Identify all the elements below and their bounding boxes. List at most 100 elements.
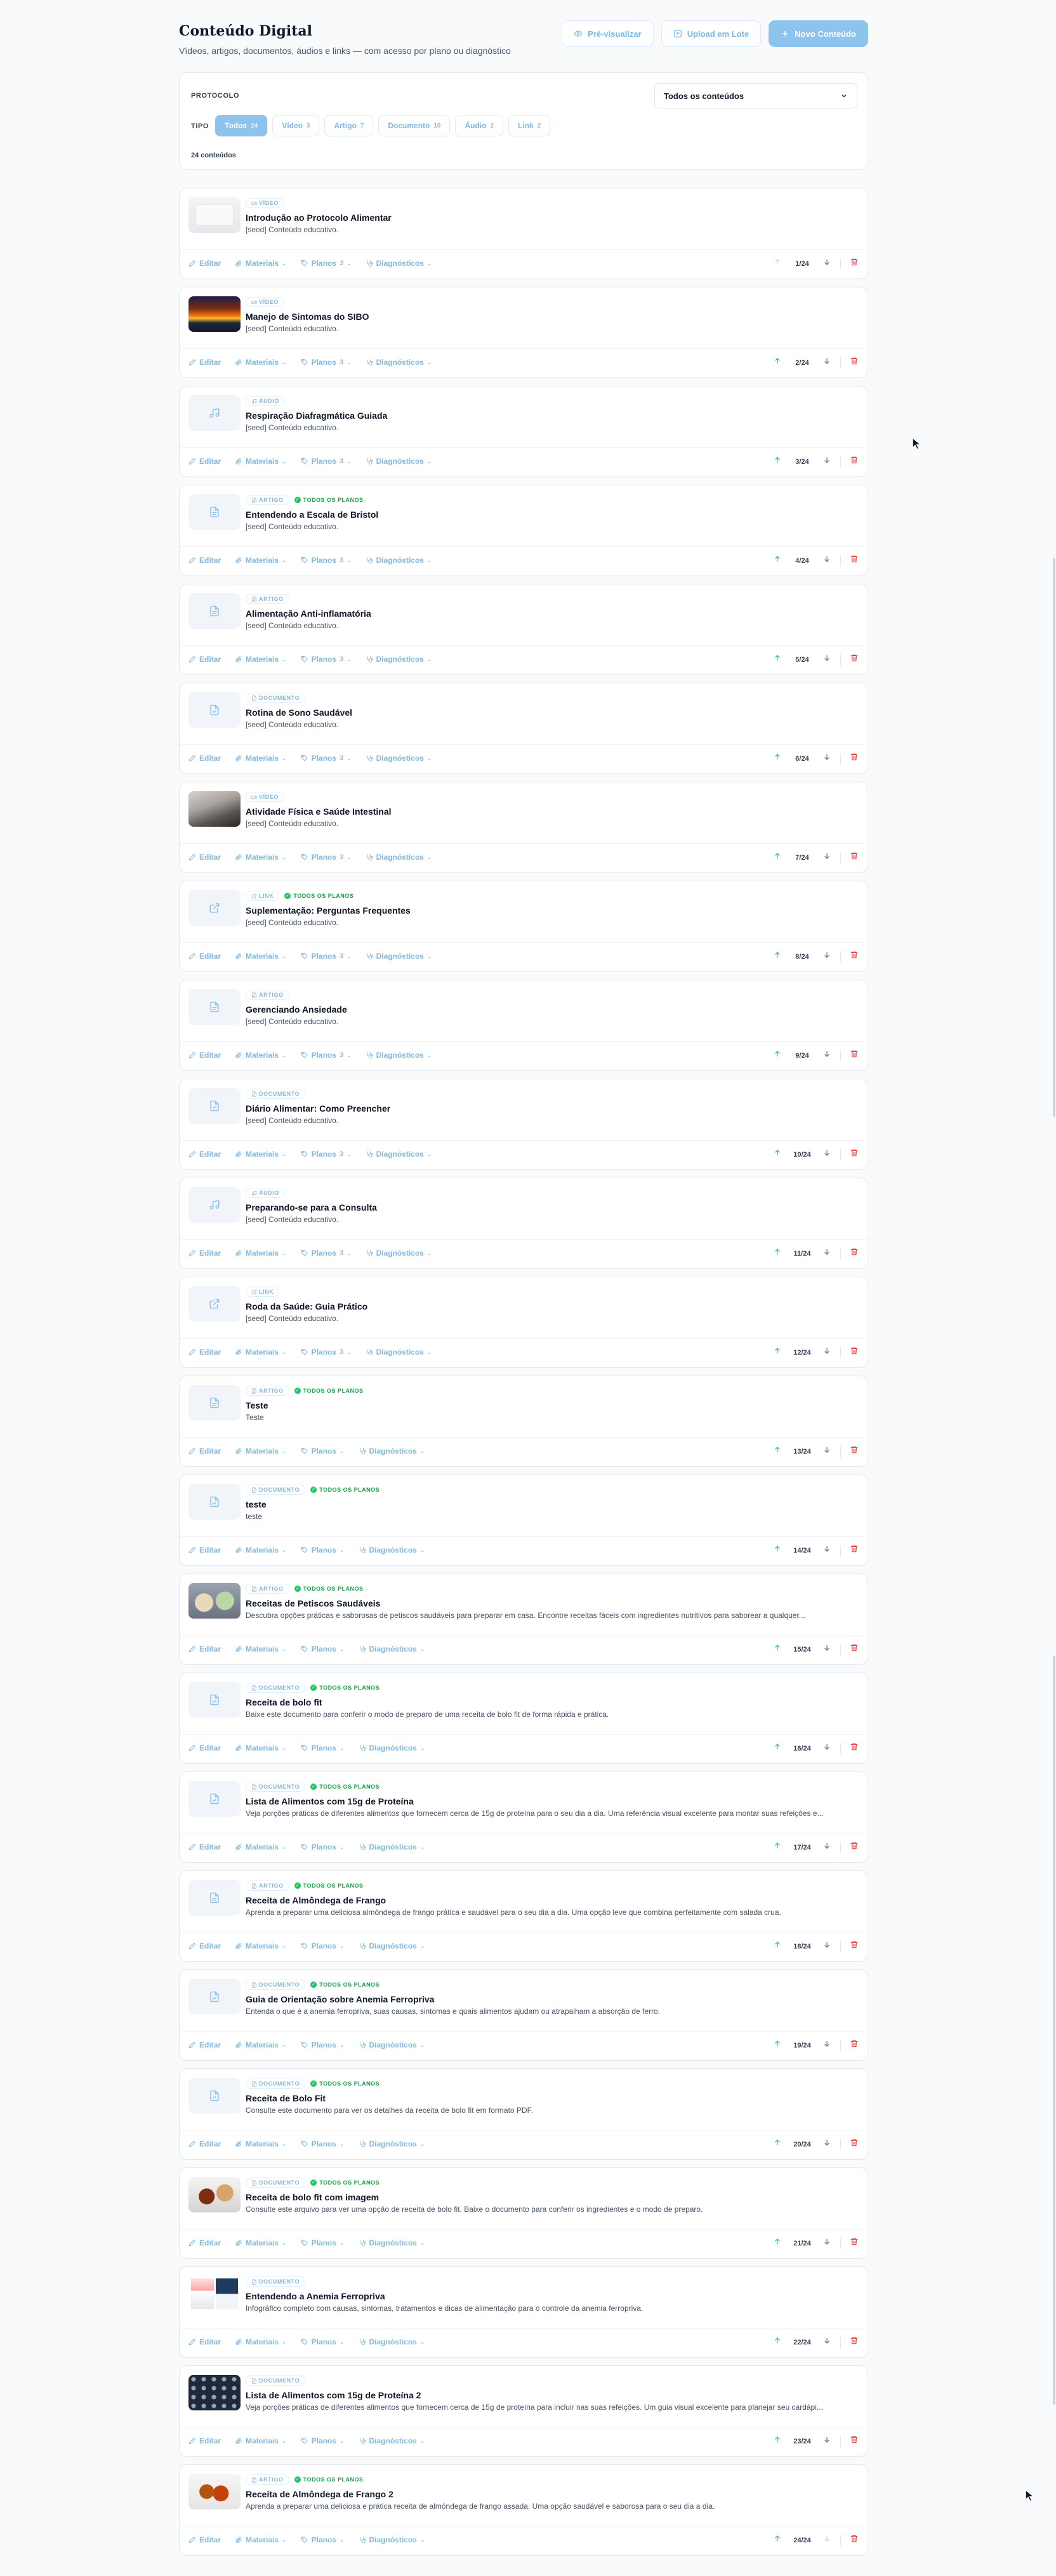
materials-button[interactable]: Materiais ⌄ — [235, 2337, 287, 2346]
type-chip[interactable]: Artigo 7 — [324, 115, 374, 136]
move-up-button[interactable] — [773, 1544, 782, 1556]
move-up-button[interactable] — [773, 555, 782, 567]
move-down-button[interactable] — [822, 851, 831, 864]
plans-button[interactable]: Planos 3 ⌄ — [301, 754, 352, 763]
plans-button[interactable]: Planos ⌄ — [301, 1645, 345, 1653]
materials-button[interactable]: Materiais ⌄ — [235, 358, 287, 367]
scrollbar-thumb-lower[interactable] — [1053, 1656, 1055, 2405]
scrollbar-thumb[interactable] — [1053, 558, 1055, 1117]
diagnostics-button[interactable]: Diagnósticos ⌄ — [366, 853, 432, 862]
edit-button[interactable]: Editar — [188, 2337, 221, 2346]
materials-button[interactable]: Materiais ⌄ — [235, 457, 287, 466]
edit-button[interactable]: Editar — [188, 2040, 221, 2049]
diagnostics-button[interactable]: Diagnósticos ⌄ — [366, 1051, 432, 1060]
materials-button[interactable]: Materiais ⌄ — [235, 655, 287, 664]
diagnostics-button[interactable]: Diagnósticos ⌄ — [366, 259, 432, 268]
delete-button[interactable] — [850, 950, 859, 963]
materials-button[interactable]: Materiais ⌄ — [235, 1645, 287, 1653]
move-down-button[interactable] — [822, 2138, 831, 2150]
move-down-button[interactable] — [822, 1148, 831, 1160]
delete-button[interactable] — [850, 1148, 859, 1160]
edit-button[interactable]: Editar — [188, 2238, 221, 2247]
delete-button[interactable] — [850, 456, 859, 468]
diagnostics-button[interactable]: Diagnósticos ⌄ — [359, 2436, 425, 2445]
plans-button[interactable]: Planos ⌄ — [301, 1447, 345, 1456]
new-content-button[interactable]: Novo Conteúdo — [769, 20, 868, 47]
delete-button[interactable] — [850, 1544, 859, 1556]
move-down-button[interactable] — [822, 2534, 831, 2546]
move-up-button[interactable] — [773, 1841, 782, 1853]
diagnostics-button[interactable]: Diagnósticos ⌄ — [359, 2337, 425, 2346]
plans-button[interactable]: Planos 3 ⌄ — [301, 556, 352, 565]
delete-button[interactable] — [850, 2039, 859, 2051]
diagnostics-button[interactable]: Diagnósticos ⌄ — [359, 2139, 425, 2148]
plans-button[interactable]: Planos ⌄ — [301, 2040, 345, 2049]
materials-button[interactable]: Materiais ⌄ — [235, 1546, 287, 1554]
preview-button[interactable]: Pré-visualizar — [562, 20, 654, 47]
diagnostics-button[interactable]: Diagnósticos ⌄ — [366, 457, 432, 466]
move-up-button[interactable] — [773, 456, 782, 468]
materials-button[interactable]: Materiais ⌄ — [235, 2535, 287, 2544]
materials-button[interactable]: Materiais ⌄ — [235, 952, 287, 961]
plans-button[interactable]: Planos ⌄ — [301, 2238, 345, 2247]
delete-button[interactable] — [850, 1346, 859, 1358]
plans-button[interactable]: Planos ⌄ — [301, 1546, 345, 1554]
plans-button[interactable]: Planos ⌄ — [301, 1942, 345, 1950]
diagnostics-button[interactable]: Diagnósticos ⌄ — [359, 1843, 425, 1851]
plans-button[interactable]: Planos 3 ⌄ — [301, 457, 352, 466]
delete-button[interactable] — [850, 357, 859, 369]
type-chip[interactable]: Link 2 — [508, 115, 551, 136]
move-up-button[interactable] — [773, 2534, 782, 2546]
delete-button[interactable] — [850, 2435, 859, 2447]
diagnostics-button[interactable]: Diagnósticos ⌄ — [359, 1942, 425, 1950]
diagnostics-button[interactable]: Diagnósticos ⌄ — [366, 655, 432, 664]
delete-button[interactable] — [850, 555, 859, 567]
edit-button[interactable]: Editar — [188, 1150, 221, 1159]
protocol-select[interactable]: Todos os conteúdos — [654, 83, 857, 108]
delete-button[interactable] — [850, 2138, 859, 2150]
plans-button[interactable]: Planos 3 ⌄ — [301, 1051, 352, 1060]
materials-button[interactable]: Materiais ⌄ — [235, 1051, 287, 1060]
materials-button[interactable]: Materiais ⌄ — [235, 2139, 287, 2148]
move-down-button[interactable] — [822, 1643, 831, 1655]
edit-button[interactable]: Editar — [188, 1249, 221, 1258]
plans-button[interactable]: Planos 3 ⌄ — [301, 952, 352, 961]
materials-button[interactable]: Materiais ⌄ — [235, 754, 287, 763]
edit-button[interactable]: Editar — [188, 1645, 221, 1653]
delete-button[interactable] — [850, 258, 859, 270]
move-down-button[interactable] — [822, 357, 831, 369]
plans-button[interactable]: Planos 3 ⌄ — [301, 1348, 352, 1357]
move-up-button[interactable] — [773, 1247, 782, 1259]
move-down-button[interactable] — [822, 2237, 831, 2249]
plans-button[interactable]: Planos 3 ⌄ — [301, 853, 352, 862]
move-up-button[interactable] — [773, 2435, 782, 2447]
delete-button[interactable] — [850, 851, 859, 864]
plans-button[interactable]: Planos ⌄ — [301, 2436, 345, 2445]
materials-button[interactable]: Materiais ⌄ — [235, 2238, 287, 2247]
edit-button[interactable]: Editar — [188, 655, 221, 664]
type-chip[interactable]: Todos 24 — [215, 115, 268, 136]
move-up-button[interactable] — [773, 2336, 782, 2348]
plans-button[interactable]: Planos 3 ⌄ — [301, 1249, 352, 1258]
move-up-button[interactable] — [773, 258, 782, 270]
diagnostics-button[interactable]: Diagnósticos ⌄ — [366, 1249, 432, 1258]
move-up-button[interactable] — [773, 1049, 782, 1061]
move-up-button[interactable] — [773, 851, 782, 864]
plans-button[interactable]: Planos 3 ⌄ — [301, 259, 352, 268]
move-up-button[interactable] — [773, 1940, 782, 1952]
delete-button[interactable] — [850, 1643, 859, 1655]
move-down-button[interactable] — [822, 456, 831, 468]
plans-button[interactable]: Planos ⌄ — [301, 1843, 345, 1851]
materials-button[interactable]: Materiais ⌄ — [235, 1249, 287, 1258]
plans-button[interactable]: Planos 3 ⌄ — [301, 358, 352, 367]
diagnostics-button[interactable]: Diagnósticos ⌄ — [359, 1744, 425, 1752]
delete-button[interactable] — [850, 1445, 859, 1457]
diagnostics-button[interactable]: Diagnósticos ⌄ — [359, 1447, 425, 1456]
plans-button[interactable]: Planos ⌄ — [301, 2337, 345, 2346]
plans-button[interactable]: Planos 3 ⌄ — [301, 655, 352, 664]
move-down-button[interactable] — [822, 555, 831, 567]
diagnostics-button[interactable]: Diagnósticos ⌄ — [366, 952, 432, 961]
edit-button[interactable]: Editar — [188, 952, 221, 961]
move-up-button[interactable] — [773, 1148, 782, 1160]
edit-button[interactable]: Editar — [188, 2139, 221, 2148]
